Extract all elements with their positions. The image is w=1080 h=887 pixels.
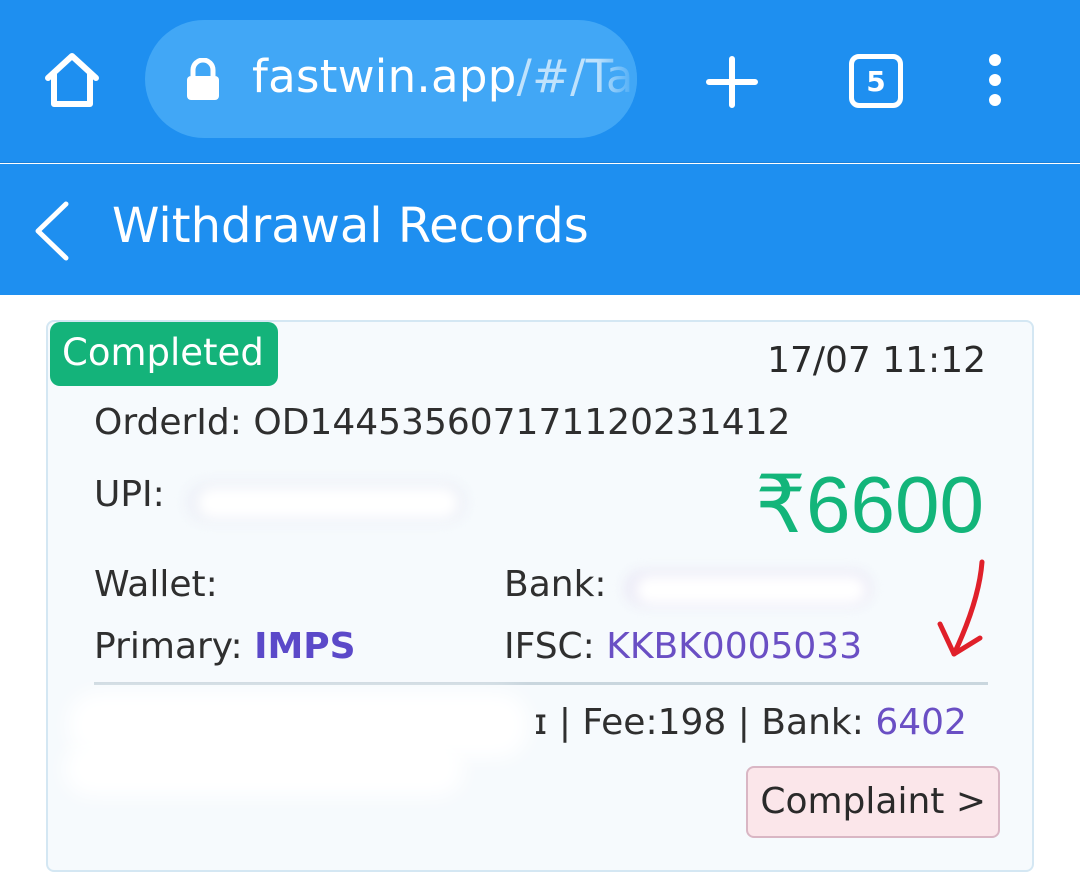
tab-count: 5 [866, 64, 886, 98]
footer-cut-char: ɪ [534, 702, 548, 743]
primary-value: IMPS [254, 626, 356, 667]
upi-label: UPI: [94, 474, 165, 515]
url-fade [597, 20, 637, 138]
url-text: fastwin.app/#/Ta [252, 50, 634, 103]
ifsc-row: IFSC: KKBK0005033 [504, 626, 862, 667]
wallet-label: Wallet: [94, 564, 218, 605]
record-datetime: 17/07 11:12 [767, 340, 986, 381]
lock-icon [187, 58, 219, 100]
redacted-upi-mask [198, 488, 458, 518]
plus-icon [706, 56, 758, 108]
back-button[interactable] [30, 200, 74, 262]
bank-label: Bank: [504, 564, 607, 605]
new-tab-button[interactable] [705, 55, 759, 109]
complaint-button[interactable]: Complaint > [746, 766, 1000, 838]
redacted-bank-mask [636, 576, 866, 604]
card-divider [94, 682, 988, 685]
footer-row: ɪ | Fee:198 | Bank: 6402 [534, 702, 967, 743]
home-button[interactable] [40, 48, 104, 112]
browser-toolbar: fastwin.app/#/Ta 5 [0, 0, 1080, 163]
footer-fee-bank: | Fee:198 | Bank: [558, 702, 864, 743]
ifsc-value: KKBK0005033 [606, 626, 863, 667]
home-icon [45, 53, 99, 107]
ifsc-label: IFSC: [504, 626, 595, 667]
chevron-left-icon [35, 201, 69, 261]
footer-bank-value: 6402 [875, 702, 967, 743]
app-header: Withdrawal Records [0, 164, 1080, 295]
primary-label: Primary: [94, 626, 243, 667]
order-id-value: OD1445356071711202314​12 [253, 402, 791, 443]
order-id-label: OrderId: [94, 402, 242, 443]
withdrawal-amount: ₹6600 [755, 460, 984, 549]
address-bar[interactable]: fastwin.app/#/Ta [145, 20, 637, 138]
red-arrow-icon [937, 559, 985, 657]
kebab-menu-icon [989, 54, 1001, 106]
order-id-row: OrderId: OD1445356071711202314​12 [94, 402, 790, 443]
withdrawal-record-card: Completed 17/07 11:12 OrderId: OD1445356… [46, 320, 1034, 872]
redacted-footer-2 [64, 742, 464, 796]
status-badge: Completed [50, 322, 278, 386]
primary-row: Primary: IMPS [94, 626, 356, 667]
tab-switcher-button[interactable]: 5 [849, 54, 903, 108]
url-host: fastwin.app [252, 50, 517, 103]
page-title: Withdrawal Records [112, 198, 589, 254]
bank-row: Bank: [504, 564, 607, 605]
browser-menu-button[interactable] [975, 52, 1015, 108]
